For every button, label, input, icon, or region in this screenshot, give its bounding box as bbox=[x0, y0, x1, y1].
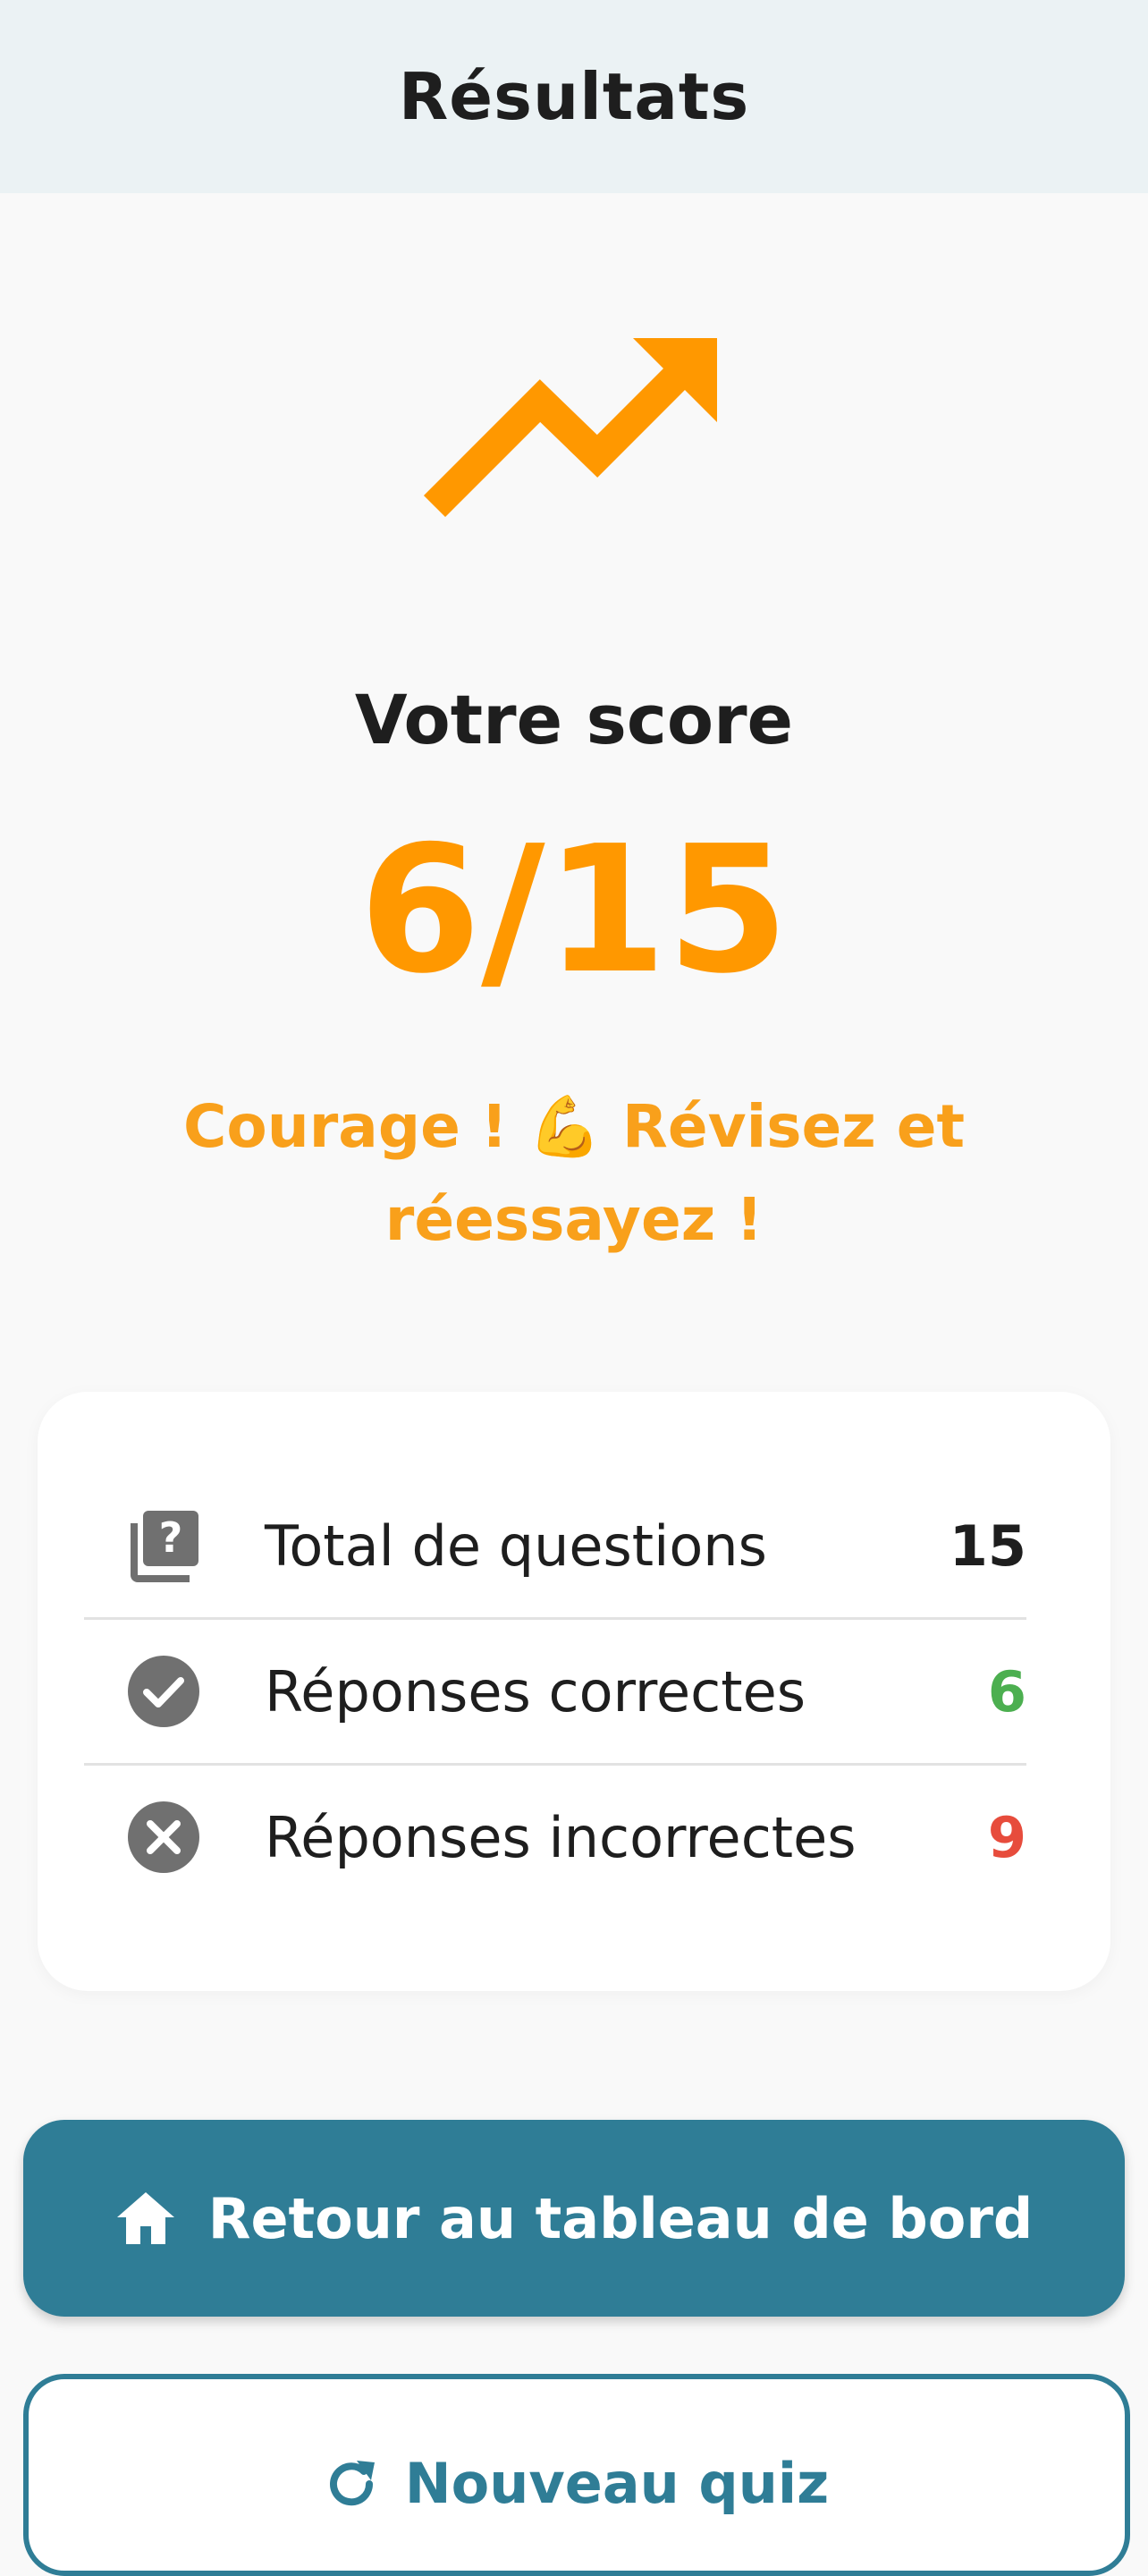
dashboard-button-label: Retour au tableau de bord bbox=[207, 2185, 1034, 2251]
stat-value-incorrect: 9 bbox=[987, 1804, 1026, 1870]
stat-label: Réponses correctes bbox=[265, 1658, 806, 1724]
score-value: 6/15 bbox=[359, 809, 789, 1013]
dashboard-button[interactable]: Retour au tableau de bord bbox=[23, 2120, 1125, 2317]
stat-value-correct: 6 bbox=[987, 1658, 1026, 1724]
app-bar: Résultats bbox=[0, 0, 1148, 193]
trending-up-icon bbox=[423, 338, 717, 518]
svg-text:?: ? bbox=[159, 1513, 183, 1562]
stat-row-correct: Réponses correctes 6 bbox=[84, 1620, 1026, 1766]
score-label: Votre score bbox=[354, 680, 794, 759]
encouragement-message: Courage ! 💪 Révisez et réessayez ! bbox=[182, 1092, 966, 1254]
new-quiz-button[interactable]: Nouveau quiz bbox=[23, 2374, 1130, 2576]
stat-row-incorrect: Réponses incorrectes 9 bbox=[84, 1766, 1026, 1909]
stat-row-total: ? Total de questions 15 bbox=[84, 1474, 1026, 1620]
page-title: Résultats bbox=[398, 59, 750, 134]
stat-label: Total de questions bbox=[265, 1513, 767, 1579]
new-quiz-button-label: Nouveau quiz bbox=[404, 2451, 830, 2516]
refresh-icon bbox=[329, 2460, 375, 2505]
check-circle-icon bbox=[128, 1656, 199, 1727]
question-library-icon: ? bbox=[131, 1511, 198, 1582]
stat-label: Réponses incorrectes bbox=[265, 1804, 857, 1870]
home-icon bbox=[116, 2192, 174, 2244]
stat-value-total: 15 bbox=[949, 1513, 1026, 1579]
cancel-circle-icon bbox=[128, 1801, 199, 1873]
